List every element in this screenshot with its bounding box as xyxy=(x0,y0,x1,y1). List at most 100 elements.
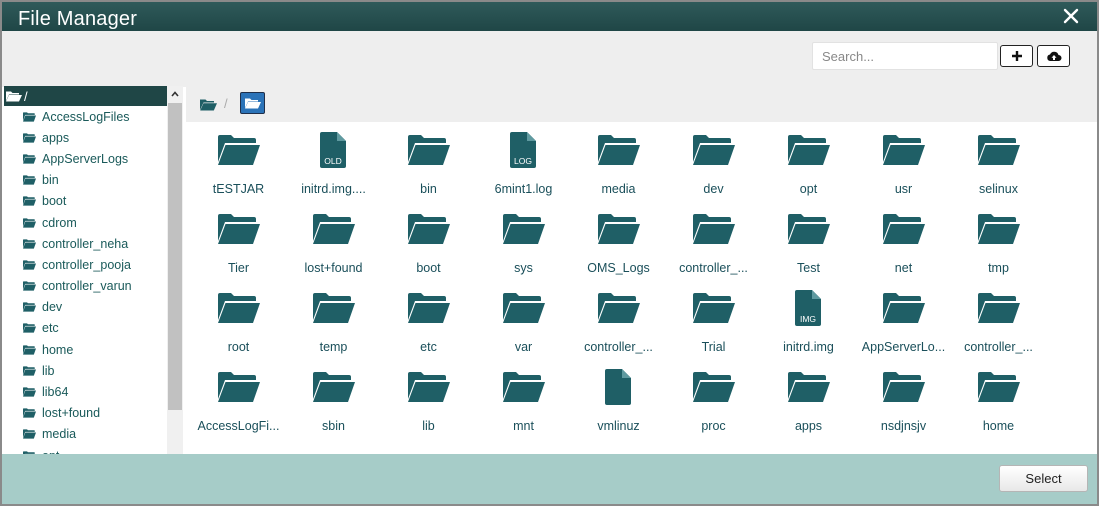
folder-tile[interactable]: boot xyxy=(381,201,476,280)
folder-tile[interactable]: usr xyxy=(856,122,951,201)
search-input[interactable] xyxy=(812,42,998,70)
folder-tile[interactable]: mnt xyxy=(476,359,571,438)
folder-icon xyxy=(977,214,1020,244)
tile-label: Trial xyxy=(701,340,726,354)
folder-tile[interactable]: AccessLogFi... xyxy=(191,359,286,438)
folder-tile[interactable]: etc xyxy=(381,280,476,359)
file-img-icon: IMG xyxy=(794,290,821,326)
folder-icon-wrap xyxy=(571,290,666,330)
tile-label: usr xyxy=(894,182,913,196)
folder-tile[interactable]: tESTJAR xyxy=(191,122,286,201)
folder-icon xyxy=(23,281,36,291)
tree-root-item[interactable]: / xyxy=(4,86,167,106)
tree-item[interactable]: lib xyxy=(4,360,167,381)
file-icon-wrap: IMG xyxy=(761,290,856,330)
toolbar xyxy=(2,31,1097,87)
folder-tile[interactable]: tmp xyxy=(951,201,1046,280)
folder-tile[interactable]: root xyxy=(191,280,286,359)
folder-tile[interactable]: var xyxy=(476,280,571,359)
scroll-up-button[interactable] xyxy=(167,86,183,102)
folder-tile[interactable]: bin xyxy=(381,122,476,201)
file-tile[interactable]: OLD initrd.img.... xyxy=(286,122,381,201)
folder-tile[interactable]: opt xyxy=(761,122,856,201)
tree-scrollbar[interactable] xyxy=(167,86,183,454)
folder-open-icon xyxy=(6,91,22,102)
upload-button[interactable] xyxy=(1037,45,1070,67)
tree-item[interactable]: AccessLogFiles xyxy=(4,106,167,127)
folder-icon xyxy=(787,372,830,402)
tree-item[interactable]: controller_neha xyxy=(4,233,167,254)
folder-icon xyxy=(23,366,36,376)
folder-icon xyxy=(407,293,450,323)
tree-item[interactable]: AppServerLogs xyxy=(4,148,167,169)
folder-tile[interactable]: Trial xyxy=(666,280,761,359)
folder-tile[interactable]: Test xyxy=(761,201,856,280)
tile-label: tmp xyxy=(988,261,1009,275)
tree-item[interactable]: media xyxy=(4,424,167,445)
tree-item[interactable]: apps xyxy=(4,127,167,148)
file-tile[interactable]: vmlinuz xyxy=(571,359,666,438)
folder-tile[interactable]: sys xyxy=(476,201,571,280)
folder-tile[interactable]: Tier xyxy=(191,201,286,280)
select-button[interactable]: Select xyxy=(999,465,1088,492)
close-button[interactable] xyxy=(1061,6,1081,26)
folder-tile[interactable]: AppServerLo... xyxy=(856,280,951,359)
file-manager-dialog: File Manager / AccessLogFiles apps AppServ… xyxy=(0,0,1099,506)
file-tile[interactable]: IMG initrd.img xyxy=(761,280,856,359)
title-bar: File Manager xyxy=(2,2,1097,31)
folder-icon xyxy=(23,345,36,355)
folder-tile[interactable]: dev xyxy=(666,122,761,201)
folder-tile[interactable]: media xyxy=(571,122,666,201)
folder-tile[interactable]: temp xyxy=(286,280,381,359)
folder-icon xyxy=(692,135,735,165)
folder-tile[interactable]: home xyxy=(951,359,1046,438)
file-tile[interactable]: LOG 6mint1.log xyxy=(476,122,571,201)
file-icon-wrap: OLD xyxy=(286,132,381,172)
folder-tile[interactable]: sbin xyxy=(286,359,381,438)
tree-item[interactable]: controller_pooja xyxy=(4,254,167,275)
tree-item[interactable]: cdrom xyxy=(4,212,167,233)
tree-item[interactable]: etc xyxy=(4,318,167,339)
folder-tile[interactable]: net xyxy=(856,201,951,280)
folder-tile[interactable]: nsdjnsjv xyxy=(856,359,951,438)
folder-tile[interactable]: apps xyxy=(761,359,856,438)
folder-icon xyxy=(977,372,1020,402)
folder-icon xyxy=(312,372,355,402)
tree-item[interactable]: bin xyxy=(4,170,167,191)
scroll-thumb[interactable] xyxy=(168,103,182,410)
tree-item[interactable]: home xyxy=(4,339,167,360)
folder-tile[interactable]: proc xyxy=(666,359,761,438)
folder-icon xyxy=(23,196,36,206)
tree-item[interactable]: controller_varun xyxy=(4,276,167,297)
tile-label: Test xyxy=(797,261,820,275)
tree-item-label: AppServerLogs xyxy=(42,151,129,166)
folder-icon-wrap xyxy=(191,290,286,330)
folder-tile[interactable]: lib xyxy=(381,359,476,438)
folder-icon-wrap xyxy=(191,211,286,251)
tree-item-label: controller_pooja xyxy=(42,257,131,272)
folder-icon xyxy=(502,372,545,402)
folder-tile[interactable]: lost+found xyxy=(286,201,381,280)
breadcrumb-current[interactable] xyxy=(240,92,265,114)
breadcrumb: / xyxy=(186,86,1097,122)
tree-item[interactable]: boot xyxy=(4,191,167,212)
add-button[interactable] xyxy=(1000,45,1033,67)
tile-label: initrd.img xyxy=(783,340,834,354)
tree-item[interactable]: opt xyxy=(4,445,167,454)
file-badge: OLD xyxy=(324,156,341,166)
folder-icon xyxy=(502,214,545,244)
tile-label: opt xyxy=(799,182,818,196)
tree-item[interactable]: lib64 xyxy=(4,381,167,402)
folder-tile[interactable]: OMS_Logs xyxy=(571,201,666,280)
folder-icon-wrap xyxy=(951,369,1046,409)
folder-tile[interactable]: controller_... xyxy=(571,280,666,359)
tree-item[interactable]: lost+found xyxy=(4,403,167,424)
folder-icon-wrap xyxy=(191,132,286,172)
folder-icon xyxy=(407,214,450,244)
folder-tile[interactable]: controller_... xyxy=(951,280,1046,359)
folder-icon xyxy=(882,293,925,323)
breadcrumb-home[interactable] xyxy=(200,98,217,116)
folder-tile[interactable]: controller_... xyxy=(666,201,761,280)
folder-tile[interactable]: selinux xyxy=(951,122,1046,201)
tree-item[interactable]: dev xyxy=(4,297,167,318)
